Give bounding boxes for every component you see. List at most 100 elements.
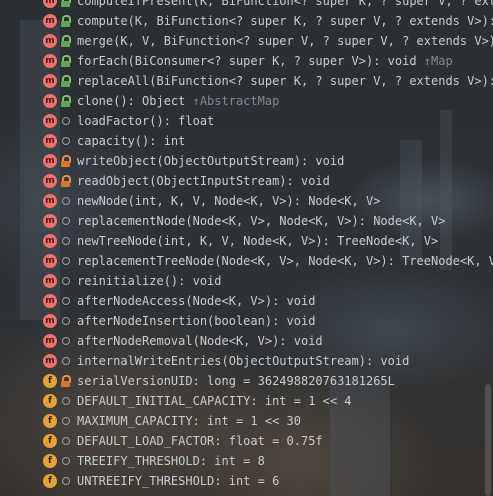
- private-lock-icon: [60, 155, 71, 167]
- member-row[interactable]: m clone(): Object ↑AbstractMap: [0, 91, 493, 111]
- member-signature: replacementNode(Node<K, V>, Node<K, V>):…: [77, 213, 445, 229]
- package-private-icon: [60, 395, 71, 407]
- member-text: capacity(): int: [77, 134, 186, 148]
- member-text: TREEIFY_THRESHOLD: int = 8: [77, 454, 265, 468]
- member-text: newNode(int, K, V, Node<K, V>): Node<K, …: [77, 194, 381, 208]
- member-row[interactable]: m replacementNode(Node<K, V>, Node<K, V>)…: [0, 211, 493, 231]
- package-private-icon: [60, 195, 71, 207]
- member-signature: TREEIFY_THRESHOLD: int = 8: [77, 453, 265, 469]
- method-icon: m: [43, 214, 57, 228]
- method-icon: m: [43, 194, 57, 208]
- package-private-icon: [60, 115, 71, 127]
- inherited-from-label: ↑Map: [416, 54, 453, 68]
- public-lock-icon: [60, 15, 71, 27]
- public-lock-icon: [60, 75, 71, 87]
- member-row[interactable]: f serialVersionUID: long = 36249882076318…: [0, 371, 493, 391]
- member-signature: computeIfPresent(K, BiFunction<? super K…: [77, 0, 493, 9]
- member-text: UNTREEIFY_THRESHOLD: int = 6: [77, 474, 280, 488]
- member-row[interactable]: m afterNodeInsertion(boolean): void: [0, 311, 493, 331]
- member-row[interactable]: m newTreeNode(int, K, V, Node<K, V>): Tre…: [0, 231, 493, 251]
- member-signature: internalWriteEntries(ObjectOutputStream)…: [77, 353, 409, 369]
- member-signature: capacity(): int: [77, 133, 185, 149]
- member-signature: compute(K, BiFunction<? super K, ? super…: [77, 13, 493, 29]
- member-signature: afterNodeAccess(Node<K, V>): void: [77, 293, 315, 309]
- member-signature: DEFAULT_INITIAL_CAPACITY: int = 1 << 4: [77, 393, 352, 409]
- member-text: readObject(ObjectInputStream): void: [77, 174, 330, 188]
- member-row[interactable]: m forEach(BiConsumer<? super K, ? super V…: [0, 51, 493, 71]
- member-signature: merge(K, V, BiFunction<? super V, ? supe…: [77, 33, 493, 49]
- member-text: replacementNode(Node<K, V>, Node<K, V>):…: [77, 214, 446, 228]
- member-row[interactable]: m afterNodeAccess(Node<K, V>): void: [0, 291, 493, 311]
- package-private-icon: [60, 295, 71, 307]
- member-row[interactable]: m compute(K, BiFunction<? super K, ? supe…: [0, 11, 493, 31]
- member-text: afterNodeInsertion(boolean): void: [77, 314, 316, 328]
- member-row[interactable]: m replacementTreeNode(Node<K, V>, Node<K,…: [0, 251, 493, 271]
- member-signature: reinitialize(): void: [77, 273, 222, 289]
- member-signature: afterNodeRemoval(Node<K, V>): void: [77, 333, 323, 349]
- method-icon: m: [43, 134, 57, 148]
- member-signature: clone(): Object ↑AbstractMap: [77, 93, 279, 109]
- member-signature: replacementTreeNode(Node<K, V>, Node<K, …: [77, 253, 493, 269]
- member-text: writeObject(ObjectOutputStream): void: [77, 154, 345, 168]
- package-private-icon: [60, 135, 71, 147]
- member-row[interactable]: m merge(K, V, BiFunction<? super V, ? sup…: [0, 31, 493, 51]
- package-private-icon: [60, 435, 71, 447]
- member-signature: MAXIMUM_CAPACITY: int = 1 << 30: [77, 413, 301, 429]
- member-row[interactable]: m computeIfPresent(K, BiFunction<? super …: [0, 0, 493, 11]
- member-row[interactable]: f MAXIMUM_CAPACITY: int = 1 << 30: [0, 411, 493, 431]
- member-text: afterNodeRemoval(Node<K, V>): void: [77, 334, 323, 348]
- private-lock-icon: [60, 375, 71, 387]
- vertical-scrollbar[interactable]: [485, 384, 491, 496]
- method-icon: m: [43, 174, 57, 188]
- public-lock-icon: [60, 0, 71, 7]
- package-private-icon: [60, 415, 71, 427]
- member-text: compute(K, BiFunction<? super K, ? super…: [77, 14, 493, 28]
- member-row[interactable]: f TREEIFY_THRESHOLD: int = 8: [0, 451, 493, 471]
- member-row[interactable]: f DEFAULT_LOAD_FACTOR: float = 0.75f: [0, 431, 493, 451]
- member-row[interactable]: m replaceAll(BiFunction<? super K, ? supe…: [0, 71, 493, 91]
- member-row[interactable]: m afterNodeRemoval(Node<K, V>): void: [0, 331, 493, 351]
- public-lock-icon: [60, 55, 71, 67]
- member-signature: UNTREEIFY_THRESHOLD: int = 6: [77, 473, 279, 489]
- member-text: serialVersionUID: long = 362498820763181…: [77, 374, 395, 388]
- method-icon: m: [43, 34, 57, 48]
- member-signature: replaceAll(BiFunction<? super K, ? super…: [77, 73, 493, 89]
- member-signature: serialVersionUID: long = 362498820763181…: [77, 373, 395, 389]
- member-row[interactable]: m writeObject(ObjectOutputStream): void: [0, 151, 493, 171]
- member-text: forEach(BiConsumer<? super K, ? super V>…: [77, 54, 417, 68]
- method-icon: m: [43, 274, 57, 288]
- member-signature: forEach(BiConsumer<? super K, ? super V>…: [77, 53, 453, 69]
- member-signature: writeObject(ObjectOutputStream): void: [77, 153, 344, 169]
- member-text: DEFAULT_LOAD_FACTOR: float = 0.75f: [77, 434, 323, 448]
- member-text: loadFactor(): float: [77, 114, 215, 128]
- member-row[interactable]: m readObject(ObjectInputStream): void: [0, 171, 493, 191]
- member-row[interactable]: f DEFAULT_INITIAL_CAPACITY: int = 1 << 4: [0, 391, 493, 411]
- package-private-icon: [60, 315, 71, 327]
- package-private-icon: [60, 335, 71, 347]
- method-icon: m: [43, 0, 57, 8]
- member-text: internalWriteEntries(ObjectOutputStream)…: [77, 354, 410, 368]
- member-row[interactable]: m internalWriteEntries(ObjectOutputStream…: [0, 351, 493, 371]
- member-row[interactable]: m reinitialize(): void: [0, 271, 493, 291]
- member-signature: afterNodeInsertion(boolean): void: [77, 313, 315, 329]
- method-icon: m: [43, 154, 57, 168]
- method-icon: m: [43, 14, 57, 28]
- member-text: MAXIMUM_CAPACITY: int = 1 << 30: [77, 414, 301, 428]
- member-text: replacementTreeNode(Node<K, V>, Node<K, …: [77, 254, 493, 268]
- member-row[interactable]: m loadFactor(): float: [0, 111, 493, 131]
- structure-member-list: m computeIfPresent(K, BiFunction<? super …: [0, 0, 493, 496]
- package-private-icon: [60, 235, 71, 247]
- package-private-icon: [60, 275, 71, 287]
- field-icon: f: [43, 414, 57, 428]
- package-private-icon: [60, 475, 71, 487]
- field-icon: f: [43, 454, 57, 468]
- method-icon: m: [43, 74, 57, 88]
- member-row[interactable]: m capacity(): int: [0, 131, 493, 151]
- package-private-icon: [60, 455, 71, 467]
- member-row[interactable]: f UNTREEIFY_THRESHOLD: int = 6: [0, 471, 493, 491]
- member-row[interactable]: m newNode(int, K, V, Node<K, V>): Node<K,…: [0, 191, 493, 211]
- member-signature: loadFactor(): float: [77, 113, 214, 129]
- member-signature: newNode(int, K, V, Node<K, V>): Node<K, …: [77, 193, 380, 209]
- public-lock-icon: [60, 35, 71, 47]
- package-private-icon: [60, 255, 71, 267]
